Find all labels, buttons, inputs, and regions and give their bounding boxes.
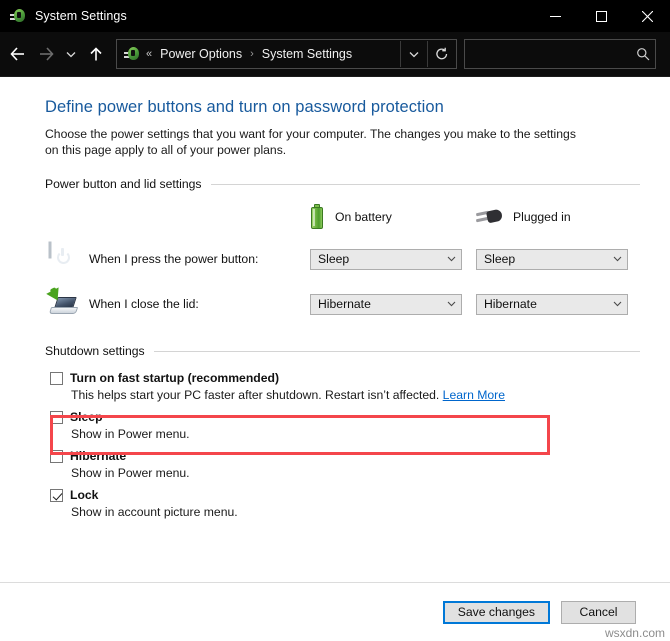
content-area: Define power buttons and turn on passwor… xyxy=(0,77,670,583)
page-title: Define power buttons and turn on passwor… xyxy=(45,98,444,116)
forward-icon[interactable] xyxy=(32,39,60,69)
power-button-plugged-in-value: Sleep xyxy=(484,252,516,266)
learn-more-link[interactable]: Learn More xyxy=(443,388,505,402)
window-title: System Settings xyxy=(35,9,127,23)
fast-startup-description: This helps start your PC faster after sh… xyxy=(71,387,640,403)
laptop-lid-icon xyxy=(46,287,79,320)
page-description: Choose the power settings that you want … xyxy=(45,127,576,157)
column-on-battery-label: On battery xyxy=(335,210,392,224)
setting-row: When I press the power button: Sleep Sle… xyxy=(45,243,640,275)
navigation-bar: « Power Options › System Settings xyxy=(0,32,670,77)
power-group-divider xyxy=(210,183,640,185)
sleep-description: Show in Power menu. xyxy=(71,427,190,441)
list-item: Hibernate Show in Power menu. xyxy=(50,449,640,481)
power-plug-icon xyxy=(475,207,504,227)
save-changes-button[interactable]: Save changes xyxy=(442,600,550,624)
power-group-heading: Power button and lid settings xyxy=(45,177,640,191)
power-group-heading-label: Power button and lid settings xyxy=(45,177,202,191)
address-bar[interactable]: « Power Options › System Settings xyxy=(116,39,457,69)
breadcrumb-item-system-settings[interactable]: System Settings xyxy=(259,47,355,61)
column-plugged-in: Plugged in xyxy=(475,207,640,227)
shutdown-options-list: Turn on fast startup (recommended) This … xyxy=(50,371,640,520)
shutdown-group-heading-label: Shutdown settings xyxy=(45,344,145,358)
chevron-down-icon xyxy=(442,301,461,307)
power-button-on-battery-value: Sleep xyxy=(318,252,350,266)
close-icon[interactable] xyxy=(624,0,670,32)
sleep-checkbox[interactable] xyxy=(50,411,63,424)
sleep-row[interactable]: Sleep xyxy=(50,410,640,425)
power-options-icon xyxy=(10,8,26,24)
power-button-lid-group: Power button and lid settings On battery… xyxy=(45,177,640,320)
lid-on-battery-value: Hibernate xyxy=(318,297,371,311)
shutdown-group-heading: Shutdown settings xyxy=(45,344,640,358)
watermark: wsxdn.com xyxy=(604,626,665,640)
sleep-label: Sleep xyxy=(70,410,103,424)
shutdown-group-divider xyxy=(153,350,640,352)
breadcrumb-power-options-icon xyxy=(124,46,140,62)
lid-plugged-in-dropdown[interactable]: Hibernate xyxy=(476,293,628,315)
power-button-row-label: When I press the power button: xyxy=(89,252,259,266)
chevron-down-icon xyxy=(442,256,461,262)
power-button-plugged-in-dropdown[interactable]: Sleep xyxy=(476,248,628,270)
maximize-icon[interactable] xyxy=(578,0,624,32)
shutdown-settings-group: Shutdown settings Turn on fast startup (… xyxy=(45,344,640,520)
fast-startup-description-text: This helps start your PC faster after sh… xyxy=(71,388,440,402)
fast-startup-checkbox[interactable] xyxy=(50,372,63,385)
hibernate-label: Hibernate xyxy=(70,449,127,463)
lock-row[interactable]: Lock xyxy=(50,488,640,503)
window-controls xyxy=(532,0,670,32)
lid-on-battery-dropdown[interactable]: Hibernate xyxy=(310,293,462,315)
title-bar: System Settings xyxy=(0,0,670,32)
lock-description: Show in account picture menu. xyxy=(71,505,238,519)
list-item: Turn on fast startup (recommended) This … xyxy=(50,371,640,403)
chevron-down-icon xyxy=(608,256,627,262)
lid-row-label: When I close the lid: xyxy=(89,297,199,311)
hibernate-checkbox[interactable] xyxy=(50,450,63,463)
search-box[interactable] xyxy=(464,39,656,69)
fast-startup-row[interactable]: Turn on fast startup (recommended) xyxy=(50,371,640,386)
breadcrumb-overflow-icon[interactable]: « xyxy=(146,48,157,60)
lid-plugged-in-value: Hibernate xyxy=(484,297,537,311)
lock-label: Lock xyxy=(70,488,99,502)
list-item: Lock Show in account picture menu. xyxy=(50,488,640,520)
breadcrumb-item-power-options[interactable]: Power Options xyxy=(157,47,245,61)
power-column-headers: On battery Plugged in xyxy=(45,204,640,230)
minimize-icon[interactable] xyxy=(532,0,578,32)
battery-icon xyxy=(310,204,324,230)
list-item: Sleep Show in Power menu. xyxy=(50,410,640,442)
search-icon[interactable] xyxy=(631,47,655,61)
footer-bar: Save changes Cancel wsxdn.com xyxy=(0,582,670,641)
recent-locations-chevron-down-icon[interactable] xyxy=(60,39,82,69)
search-input[interactable] xyxy=(465,46,631,62)
power-button-icon xyxy=(47,243,79,275)
address-chevron-down-icon[interactable] xyxy=(400,41,427,67)
refresh-icon[interactable] xyxy=(427,41,456,67)
hibernate-description: Show in Power menu. xyxy=(71,466,190,480)
power-button-on-battery-dropdown[interactable]: Sleep xyxy=(310,248,462,270)
cancel-button[interactable]: Cancel xyxy=(561,600,636,624)
fast-startup-label: Turn on fast startup (recommended) xyxy=(70,371,280,385)
column-on-battery: On battery xyxy=(310,204,475,230)
up-icon[interactable] xyxy=(82,39,110,69)
column-plugged-in-label: Plugged in xyxy=(513,210,571,224)
lock-checkbox[interactable] xyxy=(50,489,63,502)
back-icon[interactable] xyxy=(4,39,32,69)
breadcrumb-separator-icon: › xyxy=(250,48,254,60)
chevron-down-icon xyxy=(608,301,627,307)
setting-row: When I close the lid: Hibernate Hibernat… xyxy=(45,287,640,320)
hibernate-row[interactable]: Hibernate xyxy=(50,449,640,464)
